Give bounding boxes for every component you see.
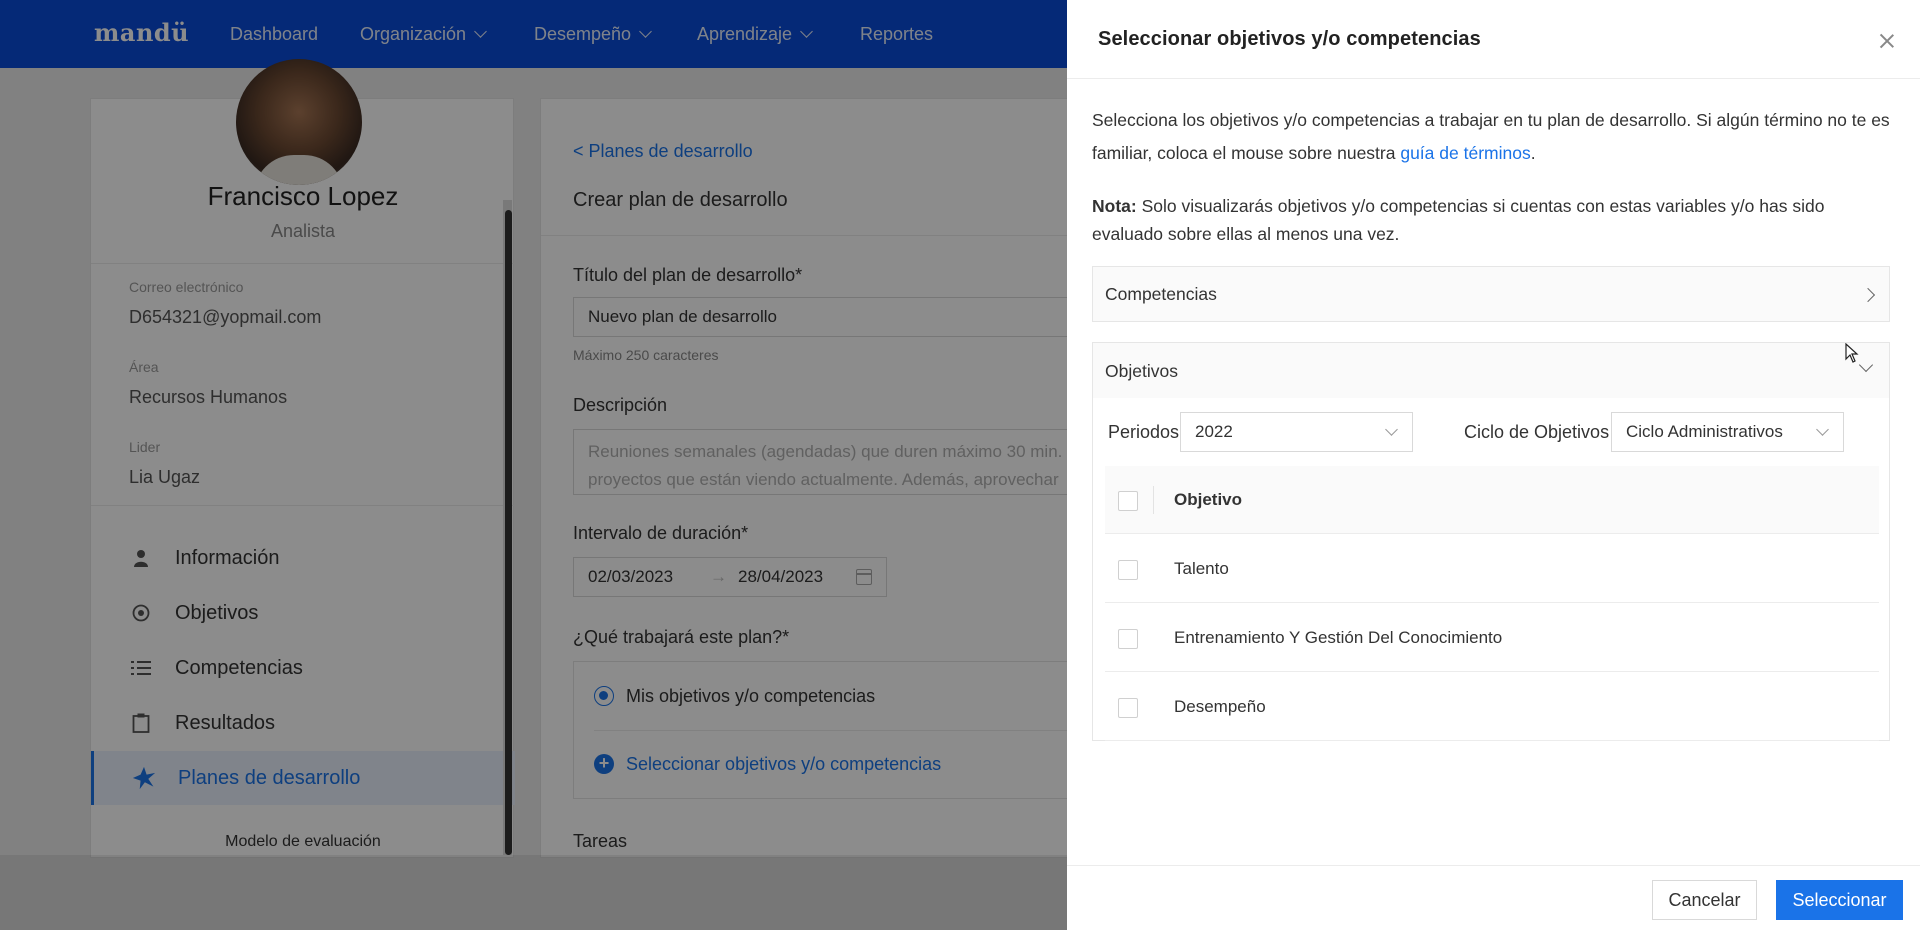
periodos-select[interactable]: 2022 xyxy=(1180,412,1413,452)
table-row[interactable]: Talento xyxy=(1105,535,1879,603)
objetivos-title: Objetivos xyxy=(1105,361,1178,381)
drawer-footer: Cancelar Seleccionar xyxy=(1067,865,1920,930)
table-header: Objetivo xyxy=(1105,466,1879,534)
periodos-label: Periodos xyxy=(1108,422,1180,442)
chevron-right-icon xyxy=(1860,287,1876,303)
column-separator xyxy=(1153,486,1154,514)
objetivos-panel-body: Periodos 2022 Ciclo de Objetivos Ciclo A… xyxy=(1092,398,1890,741)
row-checkbox[interactable] xyxy=(1118,698,1138,718)
row-checkbox[interactable] xyxy=(1118,560,1138,580)
drawer-header: Seleccionar objetivos y/o competencias xyxy=(1067,0,1920,79)
objetivos-panel-header[interactable]: Objetivos xyxy=(1092,342,1890,398)
select-objectives-drawer: Seleccionar objetivos y/o competencias S… xyxy=(1067,0,1920,930)
cancel-button[interactable]: Cancelar xyxy=(1652,880,1757,920)
row-label: Entrenamiento Y Gestión Del Conocimiento xyxy=(1174,628,1503,647)
table-row[interactable]: Entrenamiento Y Gestión Del Conocimiento xyxy=(1105,604,1879,672)
competencias-panel-header[interactable]: Competencias xyxy=(1092,266,1890,322)
ciclo-label: Ciclo de Objetivos xyxy=(1464,422,1610,442)
chevron-down-icon xyxy=(1385,423,1398,436)
drawer-intro: Selecciona los objetivos y/o competencia… xyxy=(1092,110,1890,163)
column-header-objetivo: Objetivo xyxy=(1174,490,1243,509)
ciclo-select[interactable]: Ciclo Administrativos xyxy=(1611,412,1844,452)
select-button[interactable]: Seleccionar xyxy=(1776,880,1903,920)
competencias-title: Competencias xyxy=(1105,284,1217,304)
row-label: Talento xyxy=(1174,559,1229,578)
mouse-cursor-icon xyxy=(1845,343,1859,363)
chevron-down-icon xyxy=(1816,423,1829,436)
table-row[interactable]: Desempeño xyxy=(1105,673,1879,741)
drawer-note: Nota: Solo visualizarás objetivos y/o co… xyxy=(1092,196,1825,244)
drawer-title: Seleccionar objetivos y/o competencias xyxy=(1098,28,1481,50)
terms-guide-link[interactable]: guía de términos xyxy=(1400,143,1530,163)
chevron-down-icon xyxy=(1858,357,1874,373)
row-checkbox[interactable] xyxy=(1118,629,1138,649)
row-label: Desempeño xyxy=(1174,697,1266,716)
select-all-checkbox[interactable] xyxy=(1118,491,1138,511)
close-icon[interactable] xyxy=(1879,33,1895,49)
